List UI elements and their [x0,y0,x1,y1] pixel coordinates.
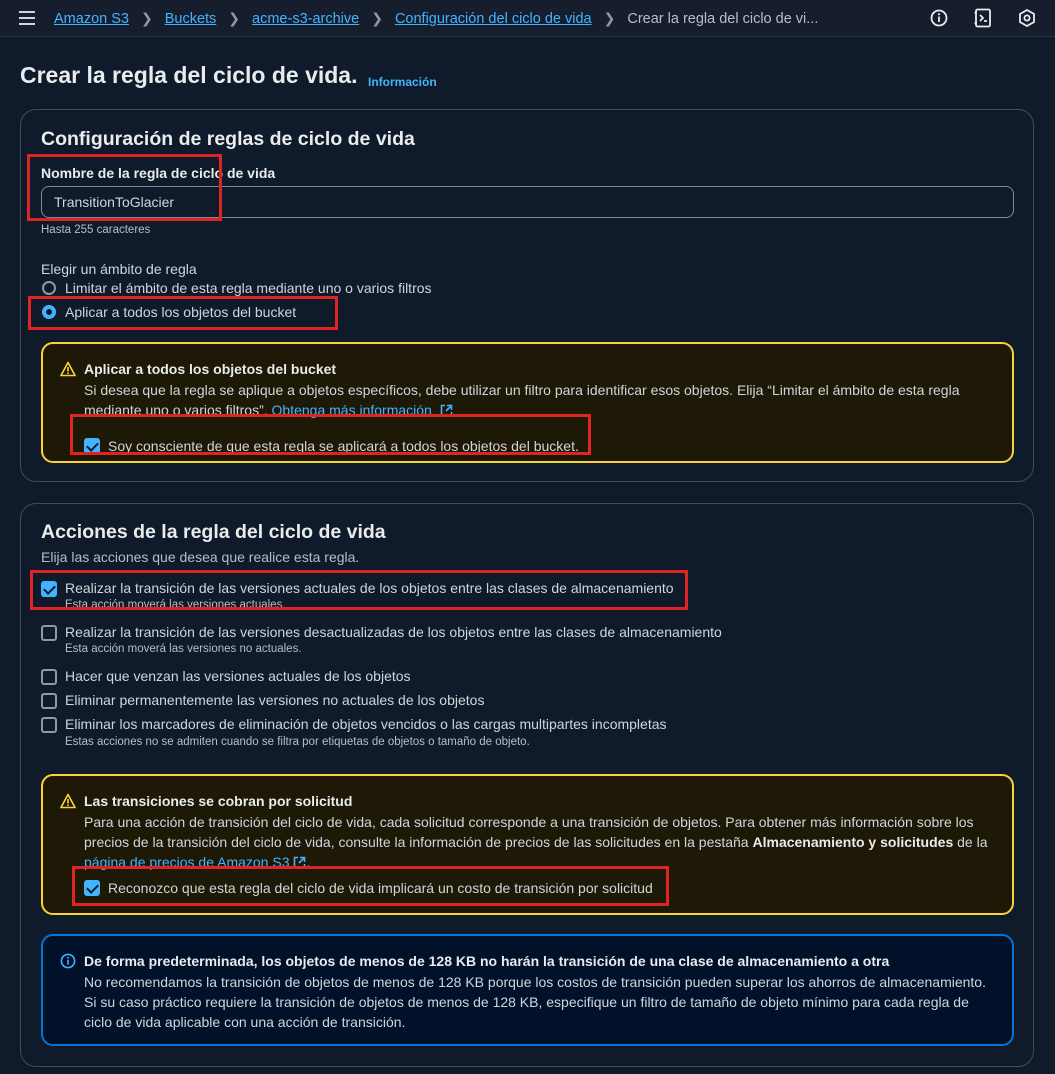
info-alert-title: De forma predeterminada, los objetos de … [84,953,890,969]
warning-icon [60,361,76,377]
menu-icon[interactable] [19,11,35,25]
info-link[interactable]: Información [368,75,437,89]
breadcrumb-amazon-s3[interactable]: Amazon S3 [54,11,129,27]
cost-warning-body: Para una acción de transición del ciclo … [84,814,988,870]
info-icon[interactable] [929,8,949,28]
settings-icon[interactable] [1017,8,1037,28]
page-title: Crear la regla del ciclo de vida. [20,62,358,88]
action-transition-noncurrent-desc: Esta acción moverá las versiones no actu… [65,643,302,655]
section-title: Configuración de reglas de ciclo de vida [41,128,415,150]
scope-option-filter-label[interactable]: Limitar el ámbito de esta regla mediante… [65,280,432,296]
breadcrumb-buckets[interactable]: Buckets [165,11,217,27]
small-objects-info: De forma predeterminada, los objetos de … [41,934,1014,1046]
top-navigation-bar: Amazon S3 ❯ Buckets ❯ acme-s3-archive ❯ … [0,0,1055,37]
action-transition-noncurrent-label[interactable]: Realizar la transición de las versiones … [65,624,722,640]
breadcrumb-current: Crear la regla del ciclo de vi... [627,10,819,27]
apply-all-warning: Aplicar a todos los objetos del bucket S… [41,342,1014,463]
action-delete-markers-label[interactable]: Eliminar los marcadores de eliminación d… [65,716,667,732]
action-expire-current-label[interactable]: Hacer que venzan las versiones actuales … [65,668,411,684]
breadcrumb: Amazon S3 ❯ Buckets ❯ acme-s3-archive ❯ … [54,10,818,27]
scope-radio-all-objects[interactable] [42,305,56,319]
action-transition-current-desc: Esta acción moverá las versiones actuale… [65,599,286,610]
chevron-right-icon: ❯ [228,10,241,26]
warning-title: Aplicar a todos los objetos del bucket [84,361,337,377]
breadcrumb-bucket[interactable]: acme-s3-archive [252,11,359,27]
lifecycle-actions-card: Acciones de la regla del ciclo de vida E… [20,503,1034,1067]
section-title: Acciones de la regla del ciclo de vida [41,521,386,543]
info-icon [60,953,76,969]
chevron-right-icon: ❯ [603,10,616,26]
ack-apply-all-checkbox[interactable] [84,438,100,454]
chevron-right-icon: ❯ [140,10,153,26]
action-transition-current-checkbox[interactable] [41,581,57,597]
rule-name-hint: Hasta 255 caracteres [41,224,151,236]
rule-name-input[interactable] [41,186,1014,218]
cost-warning-title: Las transiciones se cobran por solicitud [84,793,353,809]
action-delete-noncurrent-label[interactable]: Eliminar permanentemente las versiones n… [65,692,484,708]
ack-apply-all-label[interactable]: Soy consciente de que esta regla se apli… [108,438,579,454]
external-link-icon [294,856,306,869]
ack-transition-cost-label[interactable]: Reconozco que esta regla del ciclo de vi… [108,880,653,896]
scope-label: Elegir un ámbito de regla [41,261,197,277]
warning-body: Si desea que la regla se aplique a objet… [84,382,960,418]
action-transition-noncurrent-checkbox[interactable] [41,625,57,641]
transition-cost-warning: Las transiciones se cobran por solicitud… [41,774,1014,915]
lifecycle-config-card: Configuración de reglas de ciclo de vida… [20,109,1034,482]
notes-icon[interactable] [973,8,993,28]
action-transition-current-label[interactable]: Realizar la transición de las versiones … [65,580,674,596]
scope-option-all-label[interactable]: Aplicar a todos los objetos del bucket [65,304,296,320]
ack-transition-cost-checkbox[interactable] [84,880,100,896]
scope-radio-filter[interactable] [42,281,56,295]
breadcrumb-lifecycle[interactable]: Configuración del ciclo de vida [395,11,592,27]
external-link-icon [440,404,453,417]
section-subtitle: Elija las acciones que desea que realice… [41,549,360,565]
info-alert-body: No recomendamos la transición de objetos… [84,974,986,1030]
s3-pricing-link[interactable]: página de precios de Amazon S3 [84,854,289,870]
action-expire-current-checkbox[interactable] [41,669,57,685]
action-delete-markers-checkbox[interactable] [41,717,57,733]
chevron-right-icon: ❯ [371,10,383,26]
warning-icon [60,793,76,809]
learn-more-link[interactable]: Obtenga más información [272,402,432,418]
action-delete-noncurrent-checkbox[interactable] [41,693,57,709]
rule-name-label: Nombre de la regla de ciclo de vida [41,165,276,181]
action-delete-markers-desc: Estas acciones no se admiten cuando se f… [65,736,530,748]
